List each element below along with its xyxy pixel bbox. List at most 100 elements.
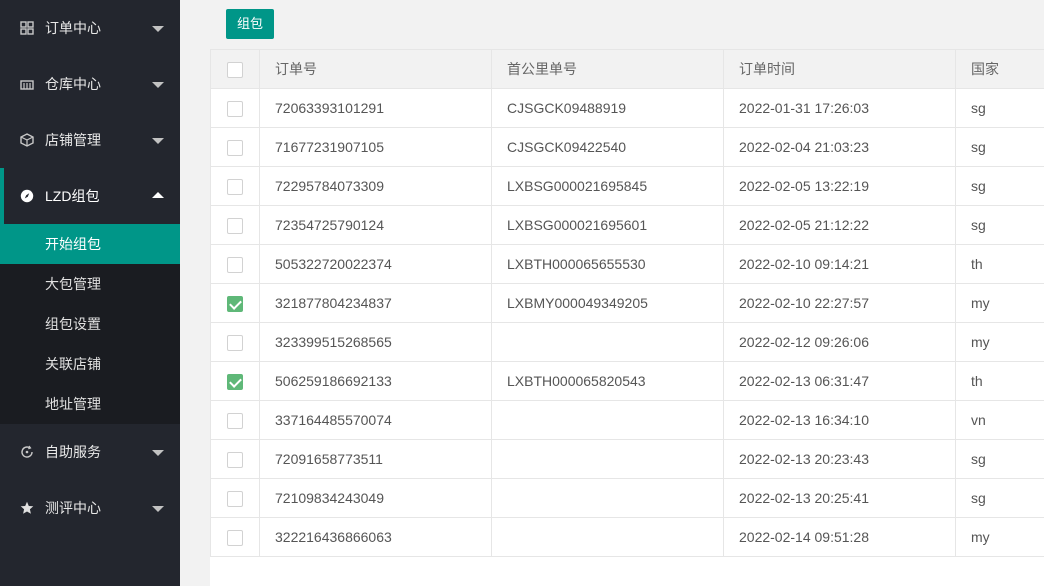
row-select-cell [210,283,260,323]
order-number-cell: 505322720022374 [259,244,492,284]
first-mile-number-cell [491,478,724,518]
grid-icon [20,21,34,35]
sub-item-start-pack[interactable]: 开始组包 [0,224,180,264]
row-select-cell [210,205,260,245]
nav-group-lzd-pack[interactable]: LZD组包 [0,168,180,224]
chevron-down-icon [152,450,164,456]
country-cell: th [955,244,1044,284]
nav-group-order-center[interactable]: 订单中心 [0,0,180,56]
column-header-order-no[interactable]: 订单号 [259,49,492,89]
table-row[interactable]: 72091658773511 2022-02-13 20:23:43 sg [210,439,1044,479]
order-time-cell: 2022-02-13 20:23:43 [723,439,956,479]
row-checkbox[interactable] [227,529,243,546]
nav-group-review-center[interactable]: 测评中心 [0,480,180,536]
column-header-first-mile-no[interactable]: 首公里单号 [491,49,724,89]
orders-table-body: 72063393101291 CJSGCK09488919 2022-01-31 1… [210,88,1044,557]
nav-group-store-management[interactable]: 店铺管理 [0,112,180,168]
row-select-cell [210,166,260,206]
table-row[interactable]: 71677231907105 CJSGCK09422540 2022-02-04 2… [210,127,1044,167]
order-time-cell: 2022-01-31 17:26:03 [723,88,956,128]
nav-group-label: LZD组包 [45,188,100,204]
row-checkbox[interactable] [227,373,243,390]
country-cell: my [955,283,1044,323]
nav-group-self-service[interactable]: 自助服务 [0,424,180,480]
table-row[interactable]: 506259186692133 LXBTH000065820543 2022-02-… [210,361,1044,401]
select-all-cell [210,49,260,89]
order-number-cell: 321877804234837 [259,283,492,323]
row-checkbox[interactable] [227,100,243,117]
first-mile-number-cell [491,400,724,440]
sub-item-pack-settings[interactable]: 组包设置 [0,304,180,344]
table-row[interactable]: 72295784073309 LXBSG000021695845 2022-02-0… [210,166,1044,206]
table-row[interactable]: 72063393101291 CJSGCK09488919 2022-01-31 1… [210,88,1044,128]
row-checkbox[interactable] [227,412,243,429]
row-checkbox[interactable] [227,490,243,507]
warehouse-icon [20,77,34,91]
row-select-cell [210,439,260,479]
country-cell: vn [955,400,1044,440]
order-number-cell: 322216436866063 [259,517,492,557]
select-all-checkbox[interactable] [227,61,243,78]
nav-group-warehouse-center[interactable]: 仓库中心 [0,56,180,112]
order-time-cell: 2022-02-05 13:22:19 [723,166,956,206]
row-checkbox[interactable] [227,178,243,195]
order-time-cell: 2022-02-14 09:51:28 [723,517,956,557]
country-cell: sg [955,478,1044,518]
table-row[interactable]: 337164485570074 2022-02-13 16:34:10 vn [210,400,1044,440]
column-header-country[interactable]: 国家 [955,49,1044,89]
nav-group-label: 店铺管理 [45,132,101,148]
country-cell: sg [955,127,1044,167]
country-cell: sg [955,166,1044,206]
row-select-cell [210,127,260,167]
country-cell: sg [955,439,1044,479]
nav-group-label: 测评中心 [45,500,101,516]
row-select-cell [210,361,260,401]
order-time-cell: 2022-02-10 22:27:57 [723,283,956,323]
row-checkbox[interactable] [227,334,243,351]
first-mile-number-cell: LXBMY000049349205 [491,283,724,323]
first-mile-number-cell [491,517,724,557]
compass-icon [20,189,34,203]
order-number-cell: 72354725790124 [259,205,492,245]
row-checkbox[interactable] [227,451,243,468]
row-checkbox[interactable] [227,139,243,156]
order-panel: 组包 订单号 首公里单号 订单时间 国家 72063393101291 CJSGC… [210,0,1044,586]
first-mile-number-cell: LXBSG000021695601 [491,205,724,245]
chevron-down-icon [152,138,164,144]
order-number-cell: 72295784073309 [259,166,492,206]
order-number-cell: 337164485570074 [259,400,492,440]
order-time-cell: 2022-02-10 09:14:21 [723,244,956,284]
sub-item-linked-stores[interactable]: 关联店铺 [0,344,180,384]
row-checkbox[interactable] [227,217,243,234]
sidebar: 订单中心 仓库中心 店铺管理 LZD组包 开始组包 大包管理 组包设置 关联店铺… [0,0,180,586]
first-mile-number-cell: LXBTH000065820543 [491,361,724,401]
orders-table: 订单号 首公里单号 订单时间 国家 72063393101291 CJSGCK09… [210,49,1044,557]
first-mile-number-cell: CJSGCK09488919 [491,88,724,128]
table-row[interactable]: 72109834243049 2022-02-13 20:25:41 sg [210,478,1044,518]
sub-item-big-pack-management[interactable]: 大包管理 [0,264,180,304]
chevron-down-icon [152,506,164,512]
order-number-cell: 323399515268565 [259,322,492,362]
country-cell: sg [955,205,1044,245]
sub-item-address-management[interactable]: 地址管理 [0,384,180,424]
order-time-cell: 2022-02-13 20:25:41 [723,478,956,518]
column-header-order-time[interactable]: 订单时间 [723,49,956,89]
order-number-cell: 506259186692133 [259,361,492,401]
table-header-row: 订单号 首公里单号 订单时间 国家 [210,49,1044,89]
order-number-cell: 72091658773511 [259,439,492,479]
table-row[interactable]: 322216436866063 2022-02-14 09:51:28 my [210,517,1044,557]
country-cell: sg [955,88,1044,128]
table-row[interactable]: 321877804234837 LXBMY000049349205 2022-02-… [210,283,1044,323]
service-icon [20,445,34,459]
order-time-cell: 2022-02-05 21:12:22 [723,205,956,245]
row-select-cell [210,88,260,128]
table-row[interactable]: 72354725790124 LXBSG000021695601 2022-02-0… [210,205,1044,245]
table-row[interactable]: 323399515268565 2022-02-12 09:26:06 my [210,322,1044,362]
row-checkbox[interactable] [227,256,243,273]
first-mile-number-cell [491,439,724,479]
pack-button[interactable]: 组包 [226,9,275,39]
row-select-cell [210,400,260,440]
order-number-cell: 72109834243049 [259,478,492,518]
row-checkbox[interactable] [227,295,243,312]
table-row[interactable]: 505322720022374 LXBTH000065655530 2022-02-… [210,244,1044,284]
